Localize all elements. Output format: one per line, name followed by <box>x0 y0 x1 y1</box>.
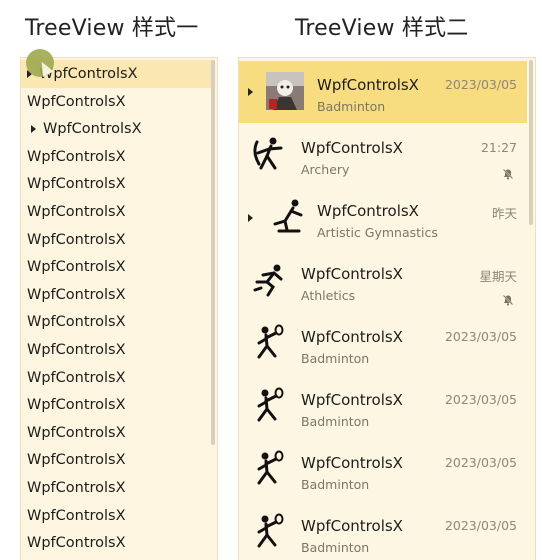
scrollbar[interactable] <box>529 60 533 225</box>
item-title: WpfControlsX <box>301 454 403 472</box>
tree-item[interactable]: WpfControlsX <box>21 253 215 281</box>
item-title: WpfControlsX <box>317 76 419 94</box>
tree-item-label: WpfControlsX <box>27 424 126 441</box>
tree-item-label: WpfControlsX <box>27 231 126 248</box>
tree-item[interactable]: WpfControlsX <box>21 281 215 309</box>
badminton-icon <box>249 323 289 363</box>
tree-item[interactable]: WpfControlsX <box>21 336 215 364</box>
item-title: WpfControlsX <box>301 391 403 409</box>
tree-item[interactable]: WpfControlsX Badminton 2023/03/05 <box>239 376 527 438</box>
tree-item-label: WpfControlsX <box>27 480 126 496</box>
tree-item[interactable]: WpfControlsX <box>21 364 215 392</box>
item-timestamp: 2023/03/05 <box>444 518 517 533</box>
tree-item-label: WpfControlsX <box>27 507 126 524</box>
tree-item-label: WpfControlsX <box>27 397 126 414</box>
tree-item[interactable]: WpfControlsX <box>21 143 215 171</box>
expander-arrow-icon[interactable] <box>248 88 253 96</box>
tree-item-label: WpfControlsX <box>43 121 142 138</box>
item-timestamp: 2023/03/05 <box>444 77 517 92</box>
item-subtitle: Badminton <box>301 477 370 492</box>
tree-item-label: WpfControlsX <box>27 369 126 386</box>
scrollbar[interactable] <box>211 60 215 445</box>
tree-item-label: WpfControlsX <box>27 342 126 358</box>
tree-item[interactable]: WpfControlsX Badminton 2023/03/05 <box>239 313 527 375</box>
item-title: WpfControlsX <box>301 328 403 346</box>
item-timestamp: 2023/03/05 <box>444 455 517 470</box>
expander-arrow-icon[interactable] <box>31 125 36 134</box>
item-subtitle: Badminton <box>301 540 370 555</box>
item-subtitle: Badminton <box>317 99 386 114</box>
item-title: WpfControlsX <box>301 265 403 283</box>
tree-item[interactable]: WpfControlsX <box>21 474 215 502</box>
item-timestamp: 星期天 <box>479 269 517 284</box>
tree-item[interactable]: WpfControlsX <box>21 115 217 143</box>
tree-item[interactable]: WpfControlsX Badminton 2023/03/05 <box>239 502 527 560</box>
tree-item-label: WpfControlsX <box>27 176 126 193</box>
tree-item[interactable]: WpfControlsX <box>21 391 215 419</box>
tree-item-label: WpfControlsX <box>27 286 126 303</box>
tree-item-label: WpfControlsX <box>27 148 126 165</box>
badminton-icon <box>249 512 289 552</box>
tree-item[interactable]: WpfControlsX <box>21 308 215 336</box>
item-subtitle: Badminton <box>301 414 370 429</box>
tree-item[interactable]: WpfControlsX <box>21 226 215 254</box>
badminton-icon <box>249 449 289 489</box>
heading-style1: TreeView 样式一 <box>25 16 199 41</box>
archery-icon <box>249 134 289 174</box>
tree-item[interactable]: WpfControlsX Artistic Gymnastics 昨天 <box>239 187 527 249</box>
item-subtitle: Badminton <box>301 351 370 366</box>
tree-item-label: WpfControlsX <box>27 93 126 110</box>
item-timestamp: 21:27 <box>480 140 517 155</box>
tree-item[interactable]: WpfControlsX <box>21 502 215 530</box>
muted-bell-icon <box>502 291 514 306</box>
tree-item-label: WpfControlsX <box>27 314 126 331</box>
tree-item-label: WpfControlsX <box>27 259 126 276</box>
tree-item-label: WpfControlsX <box>27 452 126 469</box>
item-timestamp: 2023/03/05 <box>444 329 517 344</box>
avatar-photo-icon <box>265 71 305 111</box>
item-subtitle: Athletics <box>301 288 356 303</box>
tree-item[interactable]: WpfControlsX <box>21 446 215 474</box>
athletics-icon <box>249 260 289 300</box>
item-title: WpfControlsX <box>317 202 419 220</box>
tree-item[interactable]: WpfControlsX Archery 21:27 <box>239 124 527 186</box>
heading-style2: TreeView 样式二 <box>295 16 469 41</box>
tree-item-label: WpfControlsX <box>27 204 126 220</box>
treeview-style2[interactable]: WpfControlsX Badminton 2023/03/05 WpfContro… <box>238 57 536 560</box>
tree-item[interactable]: WpfControlsX <box>21 529 215 557</box>
gymnastics-icon <box>265 197 305 237</box>
expander-arrow-icon[interactable] <box>248 214 253 222</box>
item-title: WpfControlsX <box>301 517 403 535</box>
tree-item[interactable]: WpfControlsX <box>21 170 215 198</box>
tree-item-label: WpfControlsX <box>39 66 138 82</box>
tree-item[interactable]: WpfControlsX Athletics 星期天 <box>239 250 527 312</box>
muted-bell-icon <box>502 165 514 180</box>
treeview-style1[interactable]: WpfControlsX WpfControlsX WpfControlsX WpfC… <box>20 57 218 560</box>
item-subtitle: Artistic Gymnastics <box>317 225 438 240</box>
tree-item[interactable]: WpfControlsX Badminton 2023/03/05 <box>239 61 527 123</box>
tree-item[interactable]: WpfControlsX <box>21 419 215 447</box>
tree-item[interactable]: WpfControlsX <box>21 198 215 226</box>
tree-item[interactable]: WpfControlsX Badminton 2023/03/05 <box>239 439 527 501</box>
item-subtitle: Archery <box>301 162 350 177</box>
tree-item-label: WpfControlsX <box>27 535 126 552</box>
tree-item[interactable]: WpfControlsX <box>21 88 215 116</box>
item-timestamp: 2023/03/05 <box>444 392 517 407</box>
item-title: WpfControlsX <box>301 139 403 157</box>
badminton-icon <box>249 386 289 426</box>
item-timestamp: 昨天 <box>491 206 517 221</box>
